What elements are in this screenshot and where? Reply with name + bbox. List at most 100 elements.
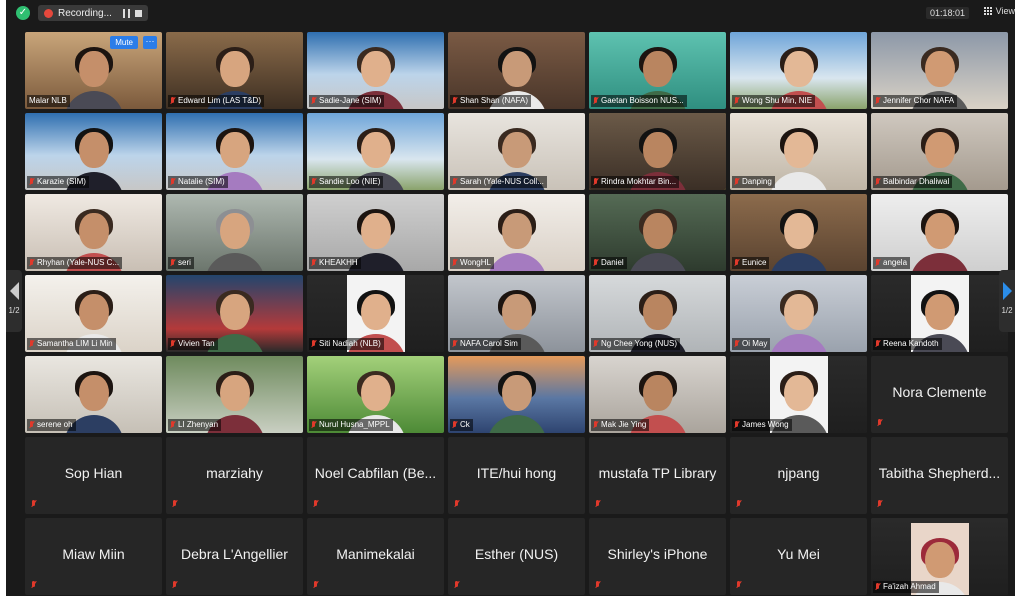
video-tile[interactable]: Shan Shan (NAFA) [448, 32, 585, 109]
mic-muted-icon [736, 500, 741, 508]
video-tile[interactable]: Jennifer Chor NAFA [871, 32, 1008, 109]
name-tile[interactable]: Debra L'Angellier [166, 518, 303, 595]
view-button[interactable]: View [983, 6, 1015, 16]
video-tile[interactable]: Malar NLB Mute ··· [25, 32, 162, 109]
stop-recording-icon[interactable] [134, 9, 142, 17]
participant-name-text: WongHL [460, 258, 491, 267]
name-tile[interactable]: ITE/hui hong [448, 437, 585, 514]
mic-muted-icon [311, 178, 316, 186]
video-tile[interactable]: Rhyhan (Yale-NUS C... [25, 194, 162, 271]
video-tile[interactable]: Sadie-Jane (SIM) [307, 32, 444, 109]
participant-figure [908, 209, 972, 271]
name-tile[interactable]: Shirley's iPhone [589, 518, 726, 595]
video-tile[interactable]: angela [871, 194, 1008, 271]
name-tile[interactable]: marziahy [166, 437, 303, 514]
name-tile[interactable]: Esther (NUS) [448, 518, 585, 595]
video-tile[interactable]: Mak Jie Ying [589, 356, 726, 433]
video-tile[interactable]: Natalie (SIM) [166, 113, 303, 190]
participant-name-text: Sadie-Jane (SIM) [319, 96, 382, 105]
name-tile[interactable]: Manimekalai [307, 518, 444, 595]
participant-name: Shan Shan (NAFA) [450, 95, 532, 107]
participant-name: Samantha LIM Li Min [27, 338, 116, 350]
mic-muted-icon [736, 581, 741, 589]
name-tile[interactable]: njpang [730, 437, 867, 514]
view-label: View [995, 6, 1015, 16]
mute-button[interactable]: Mute [110, 36, 138, 49]
video-tile[interactable]: serene oh [25, 356, 162, 433]
video-tile[interactable]: Oi May [730, 275, 867, 352]
participant-name: Eunice [732, 257, 770, 269]
video-tile[interactable]: Edward Lim (LAS T&D) [166, 32, 303, 109]
participant-name: WongHL [450, 257, 494, 269]
video-tile[interactable]: Rindra Mokhtar Bin... [589, 113, 726, 190]
video-tile[interactable]: Danping [730, 113, 867, 190]
video-tile[interactable]: WongHL [448, 194, 585, 271]
name-tile[interactable]: Noel Cabfilan (Be... [307, 437, 444, 514]
name-tile[interactable]: Miaw Miin [25, 518, 162, 595]
video-tile[interactable]: Balbindar Dhaliwal [871, 113, 1008, 190]
name-tile[interactable]: Nora Clemente [871, 356, 1008, 433]
video-tile[interactable]: Ck [448, 356, 585, 433]
video-tile[interactable]: James Wong [730, 356, 867, 433]
mic-muted-icon [311, 259, 316, 267]
security-shield-icon[interactable]: ✓ [16, 6, 30, 20]
mic-muted-icon [170, 421, 175, 429]
participant-name: KHEAKHH [309, 257, 361, 269]
video-tile[interactable]: Nurul Husna_MPPL [307, 356, 444, 433]
participant-name-text: Balbindar Dhaliwal [883, 177, 950, 186]
mic-muted-icon [875, 259, 880, 267]
participant-name-text: Rhyhan (Yale-NUS C... [37, 258, 120, 267]
more-options-icon[interactable]: ··· [143, 36, 157, 49]
video-tile[interactable]: Wong Shu Min, NIE [730, 32, 867, 109]
video-tile[interactable]: Daniel [589, 194, 726, 271]
mic-muted-icon [170, 340, 175, 348]
video-tile[interactable]: Gaetan Boisson NUS... [589, 32, 726, 109]
video-tile[interactable]: Reena Kandoth [871, 275, 1008, 352]
name-tile[interactable]: Sop Hian [25, 437, 162, 514]
mic-muted-icon [734, 178, 739, 186]
video-tile[interactable]: Karazie (SIM) [25, 113, 162, 190]
video-tile[interactable]: Ng Chee Yong (NUS) [589, 275, 726, 352]
participant-name-text: Karazie (SIM) [37, 177, 86, 186]
video-tile[interactable]: Vivien Tan [166, 275, 303, 352]
video-tile[interactable]: LI Zhenyan [166, 356, 303, 433]
next-page-button[interactable]: 1/2 [999, 270, 1015, 332]
participant-figure [767, 209, 831, 271]
participant-name-text: Danping [742, 177, 772, 186]
participant-name: James Wong [732, 419, 792, 431]
video-tile[interactable]: KHEAKHH [307, 194, 444, 271]
mic-muted-icon [29, 421, 34, 429]
previous-page-button[interactable]: 1/2 [6, 270, 22, 332]
participant-name-text: Mak Jie Ying [601, 420, 647, 429]
participant-name-text: Natalie (SIM) [178, 177, 225, 186]
video-tile[interactable]: Sandie Loo (NIE) [307, 113, 444, 190]
participant-name: Reena Kandoth [873, 338, 942, 350]
name-tile[interactable]: Tabitha Shepherd... [871, 437, 1008, 514]
video-tile[interactable]: Eunice [730, 194, 867, 271]
participant-figure [485, 209, 549, 271]
video-tile[interactable]: NAFA Carol Sim [448, 275, 585, 352]
mic-muted-icon [29, 259, 34, 267]
name-tile[interactable]: Yu Mei [730, 518, 867, 595]
participant-name: Gaetan Boisson NUS... [591, 95, 687, 107]
pause-recording-icon[interactable] [122, 8, 130, 18]
participant-name-text: Shan Shan (NAFA) [460, 96, 529, 105]
video-tile[interactable]: Sarah (Yale-NUS Coll... [448, 113, 585, 190]
record-icon [44, 8, 53, 18]
mic-muted-icon [595, 500, 600, 508]
participant-name-text: Ck [460, 420, 470, 429]
participant-name: Balbindar Dhaliwal [873, 176, 953, 188]
video-tile[interactable]: seri [166, 194, 303, 271]
participant-name: Oi May [732, 338, 771, 350]
participant-name-text: Sandie Loo (NIE) [319, 177, 381, 186]
video-tile[interactable]: Fa'izah Ahmad [871, 518, 1008, 595]
participant-figure [767, 290, 831, 352]
participant-name: serene oh [27, 419, 76, 431]
mic-muted-icon [875, 583, 880, 591]
video-tile[interactable]: Siti Nadiah (NLB) [307, 275, 444, 352]
name-tile[interactable]: mustafa TP Library [589, 437, 726, 514]
chevron-right-icon [1002, 282, 1012, 300]
participant-name: Siti Nadiah (NLB) [309, 338, 384, 350]
meeting-window: ✓ Recording... 01:18:01 View Malar NLB Mu… [6, 0, 1015, 596]
video-tile[interactable]: Samantha LIM Li Min [25, 275, 162, 352]
